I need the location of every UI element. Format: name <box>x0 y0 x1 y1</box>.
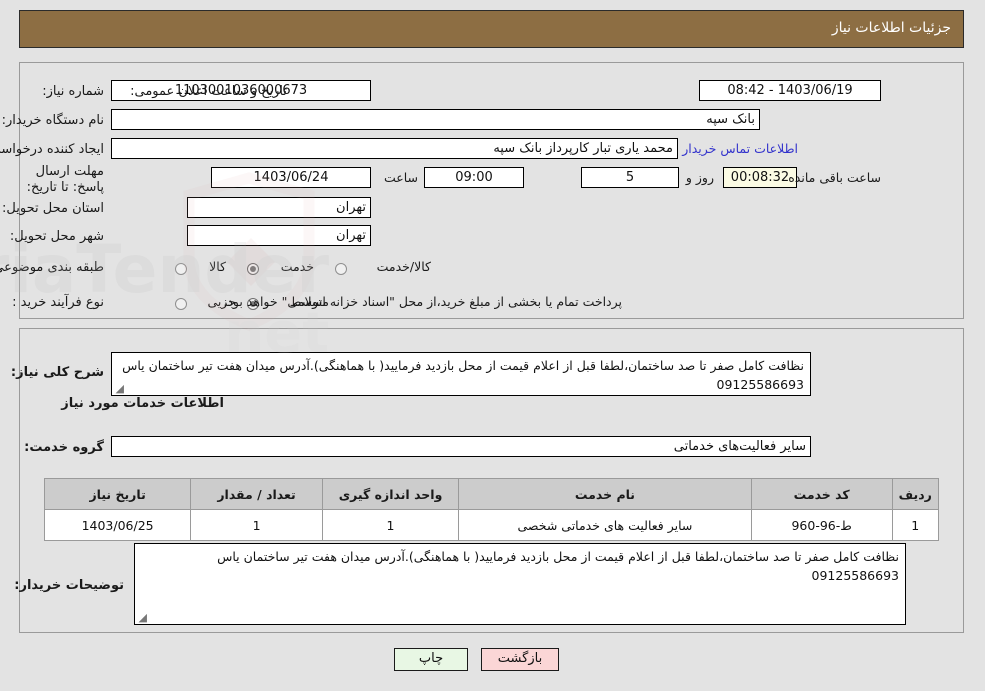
services-table: ردیف کد خدمت نام خدمت واحد اندازه گیری ت… <box>44 478 941 541</box>
radio-label-kala-khedmat: کالا/خدمت <box>377 259 432 274</box>
back-button[interactable]: بازگشت <box>482 648 560 671</box>
radio-classification-khedmat[interactable] <box>248 263 260 275</box>
province-value: تهران <box>188 197 372 218</box>
cell-service-code: ط-96-960 <box>751 509 894 541</box>
resize-grip-icon[interactable]: ◢ <box>115 383 125 394</box>
col-service-name: نام خدمت <box>459 478 753 510</box>
need-summary-textarea[interactable]: نظافت کامل صفر تا صد ساختمان،لطفا قبل از… <box>112 352 812 396</box>
radio-label-khedmat: خدمت <box>281 259 315 274</box>
cell-service-name: سایر فعالیت های خدماتی شخصی <box>459 509 753 541</box>
buyer-org-label: نام دستگاه خریدار: <box>2 113 105 128</box>
page-title-bar: جزئیات اطلاعات نیاز <box>20 10 965 48</box>
creator-value: محمد یاری تبار کارپرداز بانک سپه <box>112 138 679 159</box>
process-label: نوع فرآیند خرید : <box>13 295 105 310</box>
creator-label: ایجاد کننده درخواست: <box>0 142 105 157</box>
city-value: تهران <box>188 225 372 246</box>
hour-label: ساعت <box>384 170 419 185</box>
radio-label-kala: کالا <box>210 259 227 274</box>
buyer-notes-label: توضیحات خریدار: <box>15 578 125 593</box>
city-label: شهر محل تحویل: <box>10 229 105 244</box>
table-row: 1 ط-96-960 سایر فعالیت های خدماتی شخصی 1… <box>44 509 941 541</box>
cell-quantity: 1 <box>191 509 324 541</box>
cell-row-no: 1 <box>892 509 941 541</box>
service-group-label: گروه خدمت: <box>25 440 105 455</box>
deadline-label: مهلت ارسال پاسخ: تا تاریخ: <box>27 164 105 195</box>
buyer-org-value: بانک سپه <box>112 109 761 130</box>
service-group-value: سایر فعالیت‌های خدماتی <box>112 436 812 457</box>
cell-unit: 1 <box>322 509 461 541</box>
announce-datetime-value: 1403/06/19 - 08:42 <box>700 80 882 101</box>
col-unit: واحد اندازه گیری <box>322 478 461 510</box>
need-summary-label: شرح کلی نیاز: <box>11 365 105 380</box>
table-header-row: ردیف کد خدمت نام خدمت واحد اندازه گیری ت… <box>44 478 941 510</box>
services-section-title: اطلاعات خدمات مورد نیاز <box>62 396 225 411</box>
need-summary-text: نظافت کامل صفر تا صد ساختمان،لطفا قبل از… <box>123 358 805 392</box>
print-button[interactable]: چاپ <box>395 648 469 671</box>
payment-note: پرداخت تمام یا بخشی از مبلغ خرید،از محل … <box>224 294 623 309</box>
col-need-date: تاریخ نیاز <box>44 478 193 510</box>
radio-classification-kala-khedmat[interactable] <box>336 263 348 275</box>
cell-need-date: 1403/06/25 <box>44 509 193 541</box>
announce-datetime-label: تاریخ و ساعت اعلان عمومی: <box>131 84 288 99</box>
need-number-label: شماره نیاز: <box>43 84 105 99</box>
col-row-no: ردیف <box>892 478 941 510</box>
countdown-timer: 00:08:32 <box>724 167 798 188</box>
province-label: استان محل تحویل: <box>3 201 105 216</box>
radio-process-jozei[interactable] <box>176 298 188 310</box>
col-service-code: کد خدمت <box>751 478 894 510</box>
buyer-notes-textarea[interactable]: نظافت کامل صفر تا صد ساختمان،لطفا قبل از… <box>135 543 907 625</box>
buyer-contact-link[interactable]: اطلاعات تماس خریدار <box>683 141 799 156</box>
col-quantity: تعداد / مقدار <box>191 478 324 510</box>
page-title: جزئیات اطلاعات نیاز <box>832 20 952 36</box>
resize-grip-icon-2[interactable]: ◢ <box>138 612 148 623</box>
deadline-date-value: 1403/06/24 <box>212 167 372 188</box>
remaining-hours-label: ساعت باقی مانده <box>789 170 882 185</box>
buyer-notes-text: نظافت کامل صفر تا صد ساختمان،لطفا قبل از… <box>218 549 900 583</box>
deadline-time-value: 09:00 <box>425 167 525 188</box>
radio-classification-kala[interactable] <box>176 263 188 275</box>
remaining-days-value: 5 <box>582 167 680 188</box>
classification-label: طبقه بندی موضوعی: <box>0 260 105 275</box>
days-label: روز و <box>686 170 715 185</box>
